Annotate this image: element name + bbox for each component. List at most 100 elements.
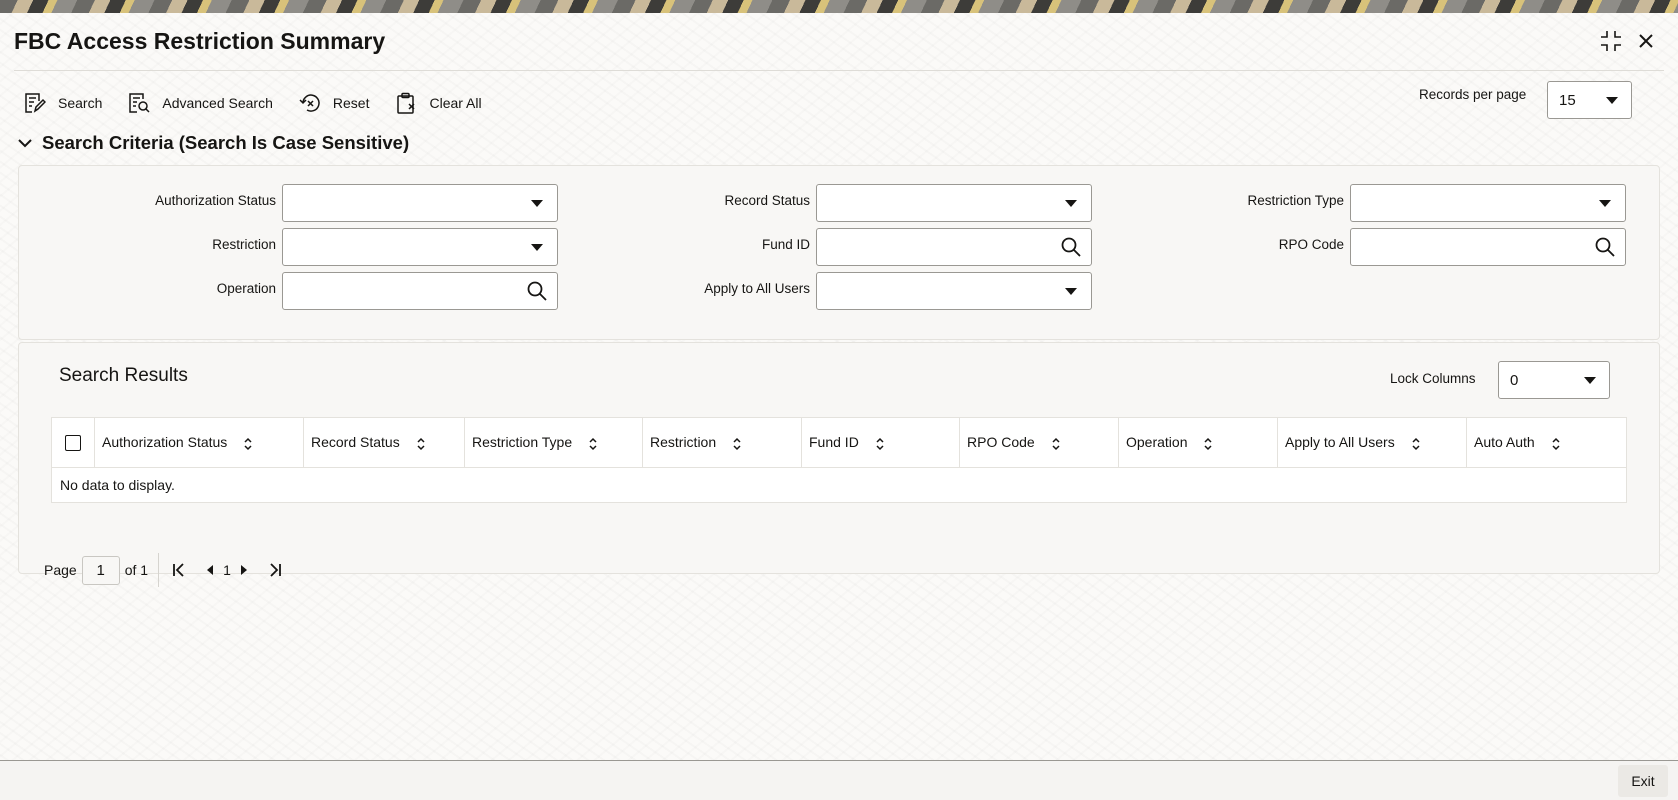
- empty-message: No data to display.: [60, 477, 175, 493]
- search-results-title: Search Results: [59, 365, 188, 386]
- close-icon: [1639, 34, 1653, 48]
- sort-icon[interactable]: [1051, 437, 1061, 451]
- sort-icon[interactable]: [416, 437, 426, 451]
- first-page-icon: [173, 563, 184, 577]
- advanced-search-label: Advanced Search: [162, 95, 273, 111]
- previous-page-button[interactable]: [205, 564, 215, 576]
- column-header-label: Restriction: [650, 434, 717, 451]
- column-header-label: Operation: [1126, 434, 1188, 451]
- search-icon[interactable]: [1595, 237, 1615, 257]
- reset-button[interactable]: Reset: [299, 92, 370, 114]
- last-page-button[interactable]: [267, 562, 283, 578]
- results-table: Authorization Status Record Status Restr…: [51, 417, 1627, 503]
- search-icon[interactable]: [1061, 237, 1081, 257]
- apply-to-all-users-label: Apply to All Users: [704, 281, 810, 296]
- search-button[interactable]: Search: [24, 92, 102, 114]
- column-header-label: Fund ID: [809, 434, 859, 451]
- rpo-code-field[interactable]: [1350, 228, 1626, 266]
- column-header-restriction[interactable]: Restriction: [642, 417, 802, 468]
- caret-right-icon: [240, 565, 247, 575]
- clear-all-button[interactable]: Clear All: [395, 92, 482, 114]
- column-header-label: RPO Code: [967, 434, 1035, 451]
- chevron-down-icon: [1065, 287, 1077, 295]
- restriction-label: Restriction: [212, 237, 276, 252]
- reset-icon: [299, 94, 320, 112]
- lock-columns-select[interactable]: 0: [1498, 361, 1610, 399]
- sort-icon[interactable]: [588, 437, 598, 451]
- clear-all-label: Clear All: [429, 95, 482, 111]
- search-criteria-toggle[interactable]: Search Criteria (Search Is Case Sensitiv…: [18, 132, 409, 154]
- search-criteria-header: Search Criteria (Search Is Case Sensitiv…: [42, 132, 410, 153]
- select-all-header: [51, 417, 95, 468]
- rpo-code-label: RPO Code: [1278, 237, 1344, 252]
- column-header-apply-to-all-users[interactable]: Apply to All Users: [1277, 417, 1467, 468]
- page-number-input[interactable]: 1: [81, 555, 120, 585]
- caret-left-icon: [207, 565, 214, 575]
- current-page-number[interactable]: 1: [223, 562, 231, 578]
- lock-columns-value: 0: [1510, 371, 1519, 389]
- footer-bar: [0, 761, 1678, 800]
- fund-id-label: Fund ID: [761, 237, 810, 252]
- column-header-label: Auto Auth: [1474, 434, 1535, 451]
- reset-label: Reset: [332, 95, 370, 111]
- restriction-type-select[interactable]: [1350, 184, 1626, 222]
- header-banner: [0, 0, 1678, 13]
- sort-icon[interactable]: [1203, 437, 1213, 451]
- search-button-label: Search: [58, 95, 103, 111]
- collapse-window-button[interactable]: [1597, 27, 1625, 55]
- column-header-authorization-status[interactable]: Authorization Status: [94, 417, 304, 468]
- restriction-select[interactable]: [282, 228, 558, 266]
- exit-button[interactable]: Exit: [1618, 765, 1668, 797]
- column-header-label: Record Status: [311, 434, 400, 451]
- records-per-page-select[interactable]: 15: [1547, 81, 1632, 119]
- last-page-icon: [270, 563, 281, 577]
- column-header-restriction-type[interactable]: Restriction Type: [464, 417, 643, 468]
- column-header-rpo-code[interactable]: RPO Code: [959, 417, 1119, 468]
- first-page-button[interactable]: [171, 562, 187, 578]
- collapse-icon: [1601, 31, 1621, 51]
- chevron-down-icon: [18, 139, 32, 148]
- select-all-checkbox[interactable]: [65, 435, 81, 452]
- lock-columns-label: Lock Columns: [1390, 371, 1476, 386]
- page-title: FBC Access Restriction Summary: [14, 28, 386, 54]
- column-header-fund-id[interactable]: Fund ID: [801, 417, 960, 468]
- record-status-label: Record Status: [724, 193, 810, 208]
- table-row: No data to display.: [52, 468, 1627, 503]
- sort-icon[interactable]: [875, 437, 885, 451]
- advanced-search-button[interactable]: Advanced Search: [128, 92, 273, 114]
- clipboard-icon: [397, 92, 415, 114]
- fund-id-field[interactable]: [816, 228, 1092, 266]
- apply-to-all-users-select[interactable]: [816, 272, 1092, 310]
- chevron-down-icon: [1599, 199, 1611, 207]
- rpo-code-input[interactable]: [1351, 229, 1595, 265]
- search-icon[interactable]: [527, 281, 547, 301]
- title-divider: [14, 70, 1664, 71]
- operation-input[interactable]: [283, 273, 527, 309]
- record-status-select[interactable]: [816, 184, 1092, 222]
- page: FBC Access Restriction Summary Search Ad…: [0, 13, 1678, 800]
- sort-icon[interactable]: [243, 437, 253, 451]
- pager-divider: [158, 553, 160, 587]
- column-header-auto-auth[interactable]: Auto Auth: [1466, 417, 1627, 468]
- sort-icon[interactable]: [1411, 437, 1421, 451]
- column-header-record-status[interactable]: Record Status: [303, 417, 465, 468]
- authorization-status-select[interactable]: [282, 184, 558, 222]
- chevron-down-icon: [1584, 376, 1596, 384]
- fund-id-input[interactable]: [817, 229, 1061, 265]
- sort-icon[interactable]: [732, 437, 742, 451]
- sort-icon[interactable]: [1551, 437, 1561, 451]
- page-count-label: of 1: [124, 562, 149, 578]
- column-header-label: Authorization Status: [102, 434, 228, 451]
- close-window-button[interactable]: [1632, 27, 1660, 55]
- pagination: Page 1 of 1 1: [44, 553, 283, 587]
- search-criteria-panel: Authorization Status Restriction Operati…: [18, 165, 1660, 340]
- search-results-panel: Search Results Lock Columns 0 Authorizat…: [18, 342, 1660, 574]
- toolbar: Search Advanced Search Reset Clear All: [24, 87, 508, 119]
- table-header-row: Authorization Status Record Status Restr…: [51, 417, 1627, 468]
- operation-field[interactable]: [282, 272, 558, 310]
- column-header-operation[interactable]: Operation: [1118, 417, 1278, 468]
- restriction-type-label: Restriction Type: [1247, 193, 1344, 208]
- authorization-status-label: Authorization Status: [155, 193, 276, 208]
- chevron-down-icon: [1065, 199, 1077, 207]
- next-page-button[interactable]: [239, 564, 249, 576]
